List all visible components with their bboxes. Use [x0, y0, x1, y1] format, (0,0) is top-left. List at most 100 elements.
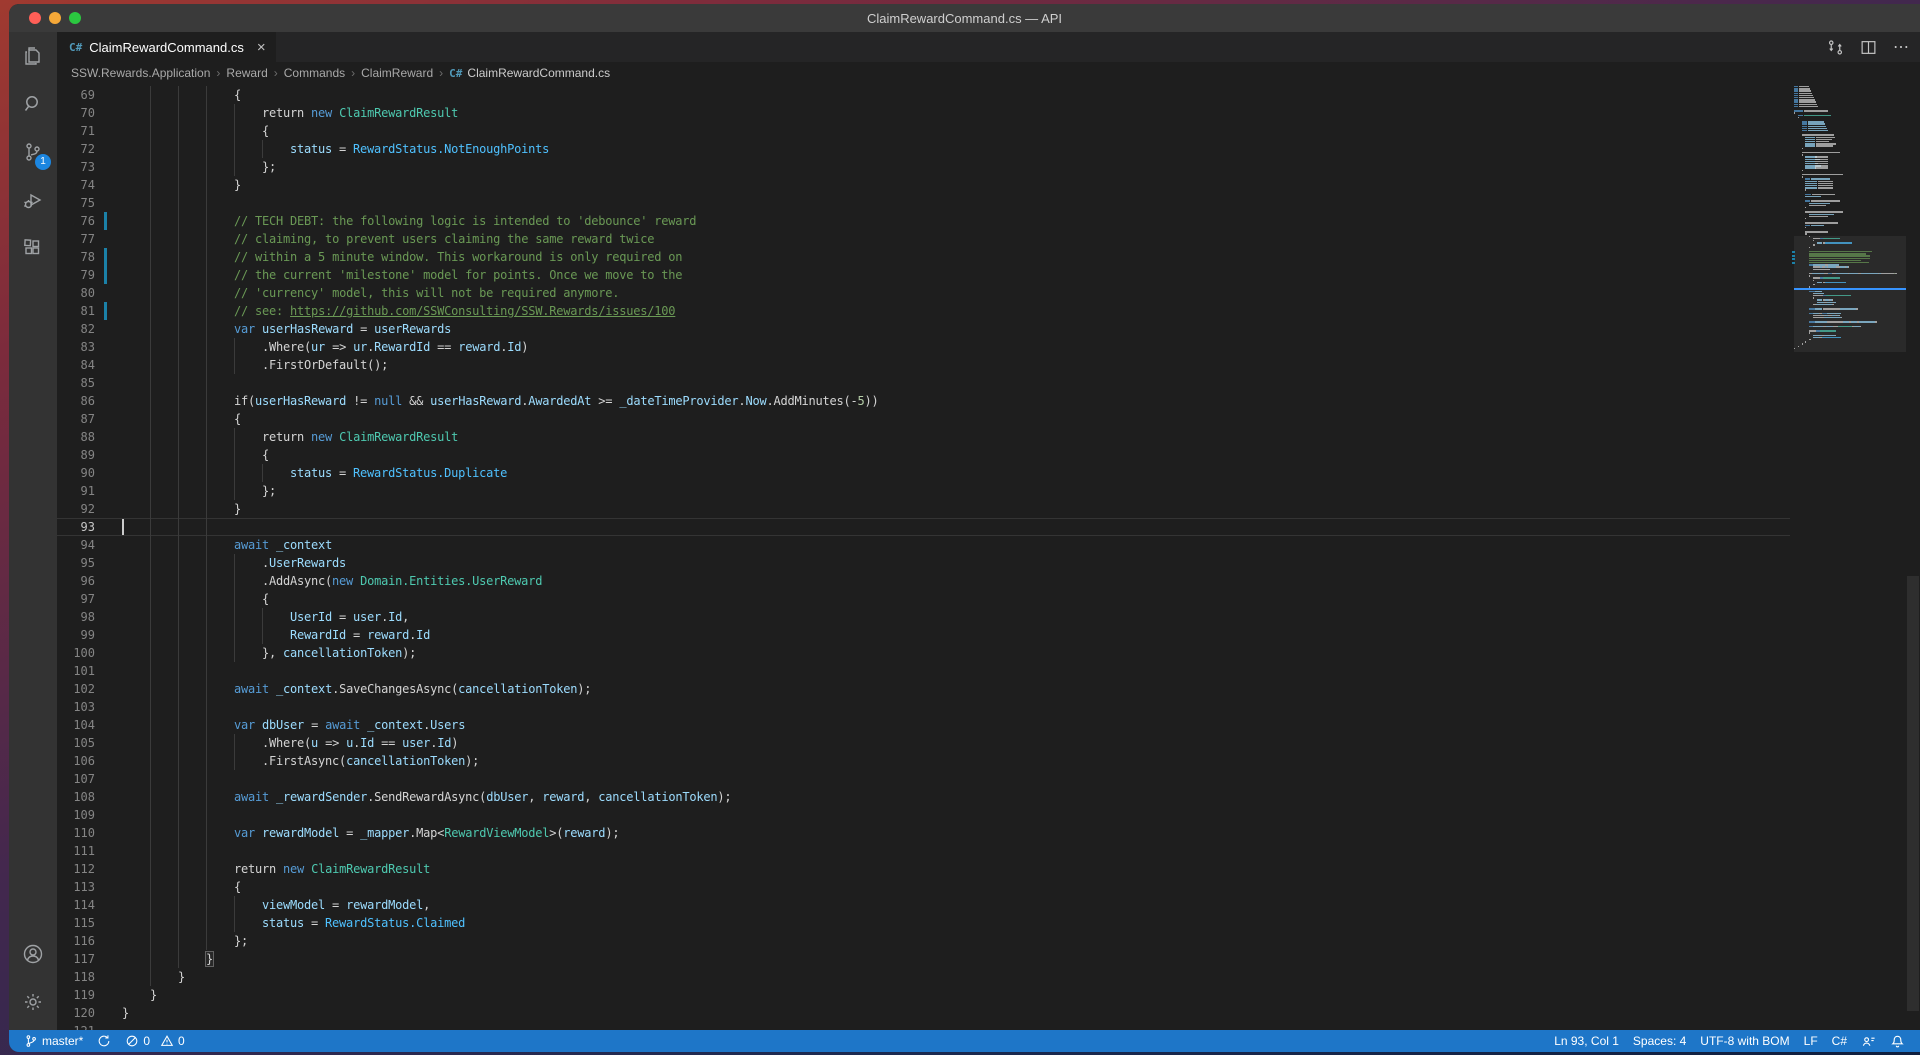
line-number[interactable]: 94 — [57, 536, 95, 554]
code-token: _mapper — [360, 826, 409, 840]
line-number[interactable]: 103 — [57, 698, 95, 716]
code-token: dbUser — [486, 790, 528, 804]
gutter-modified-indicator[interactable] — [104, 212, 107, 230]
line-number[interactable]: 118 — [57, 968, 95, 986]
line-number[interactable]: 119 — [57, 986, 95, 1004]
line-number[interactable]: 113 — [57, 878, 95, 896]
line-number[interactable]: 102 — [57, 680, 95, 698]
scrollbar-slider[interactable] — [1907, 576, 1919, 1011]
line-number[interactable]: 95 — [57, 554, 95, 572]
line-number[interactable]: 81 — [57, 302, 95, 320]
line-number[interactable]: 86 — [57, 392, 95, 410]
gutter-modified-indicator[interactable] — [104, 266, 107, 284]
line-number[interactable]: 69 — [57, 86, 95, 104]
line-number[interactable]: 104 — [57, 716, 95, 734]
line-number[interactable]: 78 — [57, 248, 95, 266]
code-token: rewardModel — [346, 898, 423, 912]
line-number[interactable]: 75 — [57, 194, 95, 212]
sidebar-item-extensions[interactable] — [9, 224, 57, 272]
line-number[interactable]: 91 — [57, 482, 95, 500]
line-number[interactable]: 120 — [57, 1004, 95, 1022]
line-number[interactable]: 115 — [57, 914, 95, 932]
breadcrumb-item-file[interactable]: C#ClaimRewardCommand.cs — [449, 66, 610, 80]
zoom-window-button[interactable] — [69, 12, 81, 24]
line-number[interactable]: 117 — [57, 950, 95, 968]
line-number[interactable]: 74 — [57, 176, 95, 194]
line-number[interactable]: 73 — [57, 158, 95, 176]
line-number[interactable]: 70 — [57, 104, 95, 122]
line-number[interactable]: 90 — [57, 464, 95, 482]
problems-status[interactable]: 0 0 — [118, 1030, 191, 1052]
eol-status[interactable]: LF — [1797, 1030, 1825, 1052]
line-number[interactable]: 92 — [57, 500, 95, 518]
sidebar-item-search[interactable] — [9, 80, 57, 128]
settings-button[interactable] — [9, 978, 57, 1026]
code-token: RewardStatus.NotEnoughPoints — [353, 142, 549, 156]
line-number[interactable]: 85 — [57, 374, 95, 392]
close-tab-icon[interactable]: × — [257, 40, 266, 55]
notifications-button[interactable] — [1883, 1030, 1912, 1052]
line-number[interactable]: 110 — [57, 824, 95, 842]
line-number[interactable]: 76 — [57, 212, 95, 230]
line-number[interactable]: 108 — [57, 788, 95, 806]
line-number[interactable]: 112 — [57, 860, 95, 878]
gutter-modified-indicator[interactable] — [104, 302, 107, 320]
open-changes-icon[interactable] — [1827, 39, 1844, 56]
tab-claimrewardcommand[interactable]: C# ClaimRewardCommand.cs × — [57, 32, 277, 62]
code-line: 103 — [57, 698, 1790, 716]
line-number[interactable]: 93 — [57, 518, 95, 536]
breadcrumb-item[interactable]: ClaimReward — [361, 66, 433, 80]
split-editor-icon[interactable] — [1860, 39, 1877, 56]
line-number[interactable]: 105 — [57, 734, 95, 752]
more-actions-icon[interactable]: ⋯ — [1893, 37, 1910, 57]
line-number[interactable]: 89 — [57, 446, 95, 464]
line-number[interactable]: 116 — [57, 932, 95, 950]
code-line: 117} — [57, 950, 1790, 968]
sidebar-item-explorer[interactable] — [9, 32, 57, 80]
line-number[interactable]: 100 — [57, 644, 95, 662]
line-number[interactable]: 79 — [57, 266, 95, 284]
language-mode-status[interactable]: C# — [1825, 1030, 1854, 1052]
line-number[interactable]: 107 — [57, 770, 95, 788]
breadcrumb-item[interactable]: Commands — [284, 66, 345, 80]
breadcrumb-item[interactable]: SSW.Rewards.Application — [71, 66, 210, 80]
cursor-position-status[interactable]: Ln 93, Col 1 — [1547, 1030, 1626, 1052]
line-number[interactable]: 72 — [57, 140, 95, 158]
git-branch-status[interactable]: master* — [17, 1030, 90, 1052]
line-number[interactable]: 96 — [57, 572, 95, 590]
code-token: => — [318, 736, 346, 750]
sidebar-item-source-control[interactable]: 1 — [9, 128, 57, 176]
breadcrumb-item[interactable]: Reward — [226, 66, 267, 80]
line-number[interactable]: 109 — [57, 806, 95, 824]
minimize-window-button[interactable] — [49, 12, 61, 24]
encoding-status[interactable]: UTF-8 with BOM — [1693, 1030, 1796, 1052]
line-number[interactable]: 111 — [57, 842, 95, 860]
line-number[interactable]: 82 — [57, 320, 95, 338]
warning-count: 0 — [178, 1034, 185, 1048]
line-number[interactable]: 80 — [57, 284, 95, 302]
line-number[interactable]: 106 — [57, 752, 95, 770]
line-number[interactable]: 97 — [57, 590, 95, 608]
line-number[interactable]: 101 — [57, 662, 95, 680]
line-number[interactable]: 98 — [57, 608, 95, 626]
line-number[interactable]: 77 — [57, 230, 95, 248]
line-number[interactable]: 84 — [57, 356, 95, 374]
line-number[interactable]: 88 — [57, 428, 95, 446]
vertical-scrollbar[interactable] — [1906, 84, 1920, 1030]
close-window-button[interactable] — [29, 12, 41, 24]
code-token: { — [234, 880, 241, 894]
line-number[interactable]: 99 — [57, 626, 95, 644]
account-button[interactable] — [9, 930, 57, 978]
line-number[interactable]: 83 — [57, 338, 95, 356]
line-number[interactable]: 71 — [57, 122, 95, 140]
line-number[interactable]: 87 — [57, 410, 95, 428]
feedback-button[interactable] — [1854, 1030, 1883, 1052]
line-number[interactable]: 114 — [57, 896, 95, 914]
comment-link[interactable]: https://github.com/SSWConsulting/SSW.Rew… — [290, 304, 675, 318]
code-editor[interactable]: 69{70return new ClaimRewardResult71{72st… — [57, 84, 1920, 1030]
indentation-status[interactable]: Spaces: 4 — [1626, 1030, 1693, 1052]
sidebar-item-run-debug[interactable] — [9, 176, 57, 224]
line-number[interactable]: 121 — [57, 1022, 95, 1030]
sync-changes-button[interactable] — [90, 1030, 118, 1052]
gutter-modified-indicator[interactable] — [104, 248, 107, 266]
